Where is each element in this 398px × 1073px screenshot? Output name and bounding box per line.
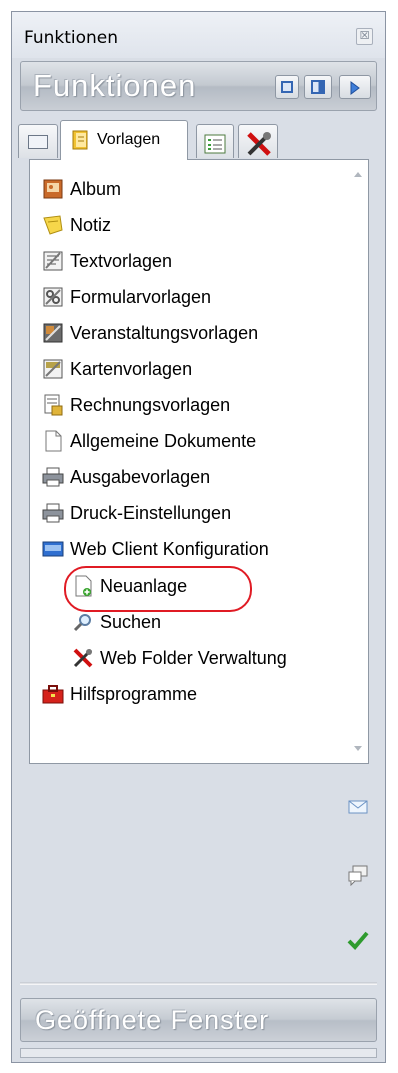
tree-item-web-folder-verwaltung[interactable]: Web Folder Verwaltung [72,643,287,673]
pin-button[interactable] [339,75,371,99]
panel-divider [20,982,377,985]
tree-item-label: Allgemeine Dokumente [70,430,257,451]
layout-single-button[interactable] [275,75,299,99]
window-title: Funktionen [24,28,119,48]
tools-icon [73,648,93,668]
tree-item-album[interactable]: Album [42,174,121,204]
checkmark-icon[interactable] [347,929,369,951]
printer-icon [42,503,64,523]
open-windows-header[interactable]: Geöffnete Fenster [20,998,377,1042]
tree-item-label: Ausgabevorlagen [70,466,211,487]
open-windows-title: Geöffnete Fenster [35,1005,270,1035]
scroll-down-icon[interactable] [354,746,362,751]
search-icon [73,614,91,632]
mail-icon[interactable] [347,796,369,818]
window-titlebar: Funktionen ☒ [12,12,385,58]
tree-item-label: Veranstaltungsvorlagen [70,322,259,343]
tree-item-ausgabevorlagen[interactable]: Ausgabevorlagen [42,462,210,492]
tab-vorlagen-label: Vorlagen [97,131,161,148]
layout-split-icon [311,80,325,94]
tree-item-label: Notiz [70,214,112,235]
tree-item-label: Suchen [100,611,162,632]
tree-item-label: Druck-Einstellungen [70,502,232,523]
album-icon [43,179,63,199]
action-icons [20,764,377,964]
tree-item-label: Web Client Konfiguration [70,538,269,559]
tree-item-label: Album [70,178,122,199]
tree-item-textvorlagen[interactable]: Textvorlagen [42,246,172,276]
panel-header: Funktionen [20,61,377,111]
tree-item-hilfsprogramme[interactable]: Hilfsprogramme [42,679,197,709]
toolbox-icon [42,685,64,704]
card-template-icon [43,359,63,379]
layout-single-icon [281,81,293,93]
panel-header-title: Funktionen [33,68,197,103]
scroll-up-icon[interactable] [354,172,362,177]
list-icon [204,134,226,154]
tab-list[interactable] [196,124,234,158]
tree-item-label: Web Folder Verwaltung [100,647,287,668]
tree-item-label: Kartenvorlagen [70,358,193,379]
chat-icon[interactable] [347,864,369,886]
tree-item-label: Formularvorlagen [70,286,212,307]
invoice-template-icon [44,394,63,416]
tab-tools[interactable] [238,124,278,158]
tab-preview[interactable] [18,124,58,158]
tree-item-kartenvorlagen[interactable]: Kartenvorlagen [42,354,192,384]
tree-item-label: Hilfsprogramme [70,683,198,704]
printer-icon [42,467,64,487]
text-template-icon [43,251,63,271]
tree-item-druck-einstellungen[interactable]: Druck-Einstellungen [42,498,231,528]
function-tabs: Vorlagen [18,120,358,160]
tools-icon [247,132,271,156]
tree-item-label: Textvorlagen [70,250,173,271]
tab-vorlagen[interactable]: Vorlagen [60,120,188,160]
templates-tree[interactable]: Album Notiz Textvorlagen Formularvorlage… [29,159,369,764]
tree-item-veranstaltungsvorlagen[interactable]: Veranstaltungsvorlagen [42,318,258,348]
tree-item-web-client-konfiguration[interactable]: Web Client Konfiguration [42,534,269,564]
book-icon [72,130,88,150]
tree-scrollbar[interactable] [350,160,368,763]
functions-window: Funktionen ☒ Funktionen Vorlagen Album N… [11,11,386,1063]
neuanlage-highlight [64,566,252,612]
preview-icon [28,135,48,149]
form-template-icon [43,287,63,307]
event-template-icon [43,323,63,343]
tree-item-notiz[interactable]: Notiz [42,210,111,240]
tree-item-formularvorlagen[interactable]: Formularvorlagen [42,282,211,312]
close-icon[interactable]: ☒ [356,28,373,45]
pin-icon [350,81,360,95]
note-icon [43,215,63,235]
web-client-icon [42,541,64,557]
open-windows-list [20,1048,377,1058]
tree-item-label: Rechnungsvorlagen [70,394,231,415]
layout-split-button[interactable] [304,75,332,99]
tree-item-rechnungsvorlagen[interactable]: Rechnungsvorlagen [42,390,230,420]
tree-item-allgemeine-dokumente[interactable]: Allgemeine Dokumente [42,426,256,456]
document-icon [45,430,62,452]
